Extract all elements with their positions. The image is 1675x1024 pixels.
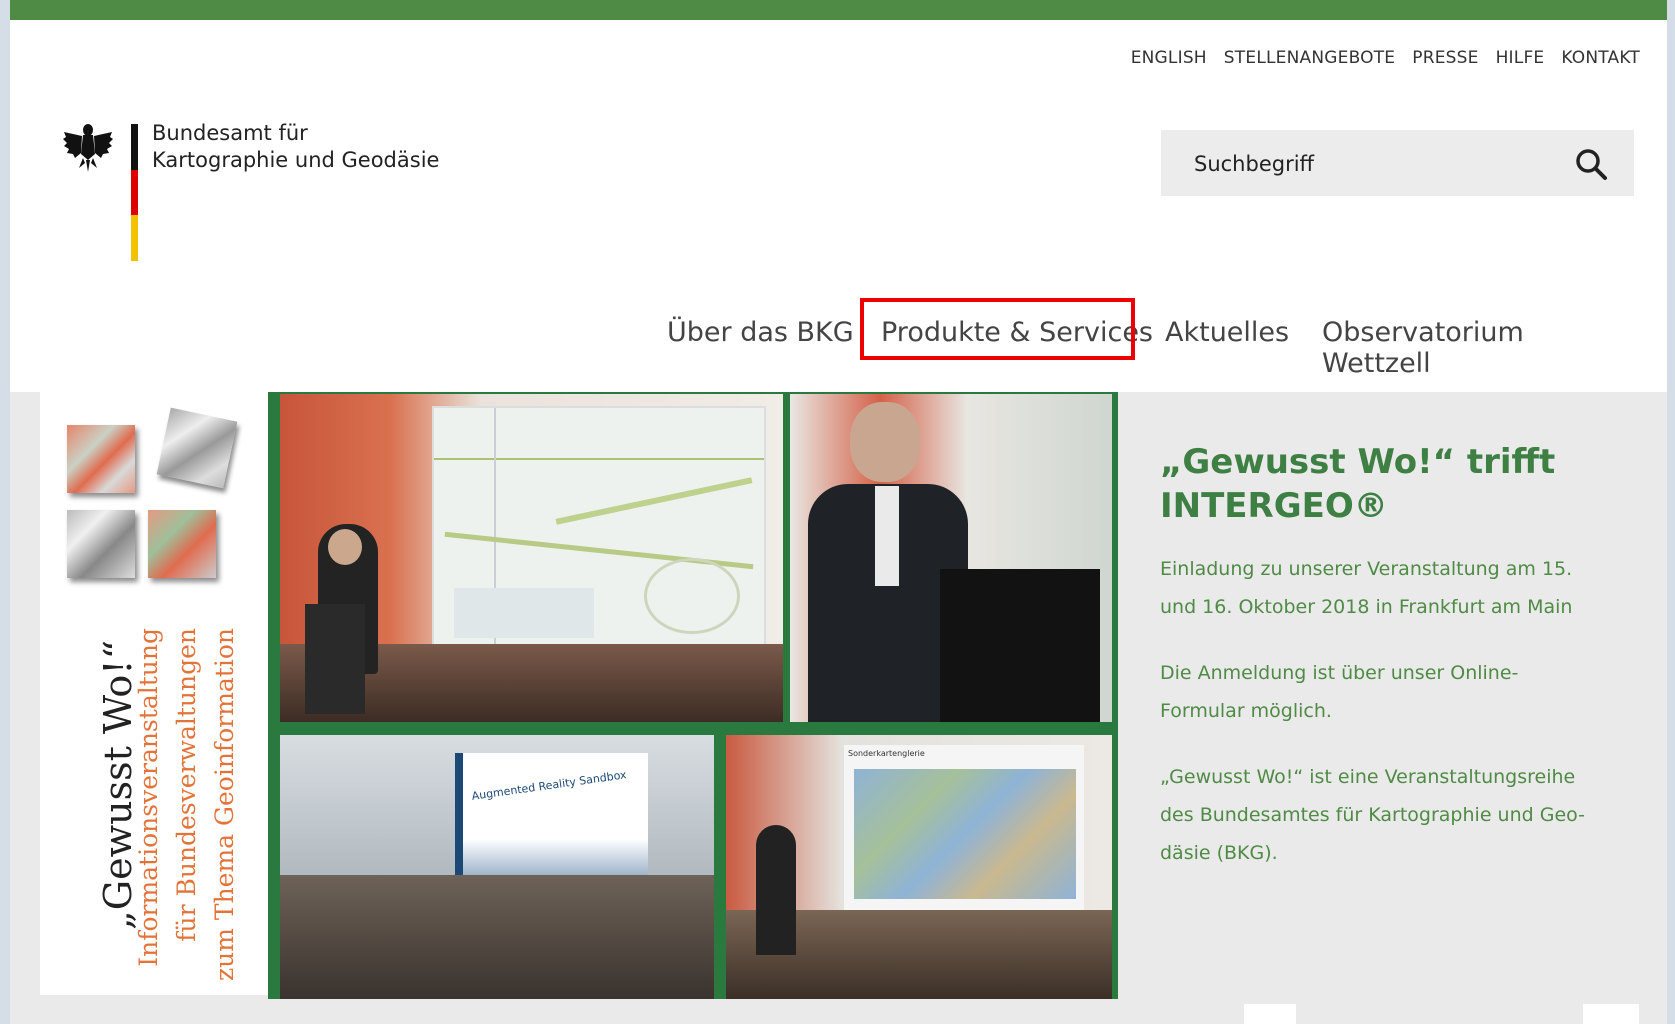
highlight-box	[860, 298, 1135, 360]
news-paragraph-registration: Die Anmeldung ist über unser Online- For…	[1160, 662, 1519, 722]
speaker-face-image	[850, 402, 920, 482]
main-navigation: Über das BKG Produkte & Services Aktuell…	[640, 317, 1640, 379]
event-photo-collage[interactable]: Augmented Reality Sandbox Sonderkartengl…	[268, 392, 1118, 999]
nav-item-observatory[interactable]: Observatorium Wettzell	[1322, 317, 1640, 379]
news-title-line-1: „Gewusst Wo!“ trifft	[1160, 442, 1556, 482]
gewusst-wo-teaser[interactable]: „Gewusst Wo!“ Informationsveranstaltung …	[40, 392, 268, 995]
news-title[interactable]: „Gewusst Wo!“ trifft INTERGEO®	[1160, 440, 1620, 528]
bkg-logo[interactable]: Bundesamt für Kartographie und Geodäsie	[62, 118, 462, 263]
carousel-next-button[interactable]	[1583, 1004, 1639, 1024]
service-link-jobs[interactable]: STELLENANGEBOTE	[1224, 48, 1395, 68]
sandbox-sign-text: Augmented Reality Sandbox	[470, 768, 628, 803]
teaser-subtitle-line-2: für Bundesverwaltungen	[172, 628, 201, 942]
photo-presenter-map	[280, 394, 783, 722]
search-box	[1161, 130, 1634, 198]
teaser-subtitle-line-1: Informationsveranstaltung	[134, 628, 163, 967]
service-link-press[interactable]: PRESSE	[1412, 48, 1478, 68]
map-tile-image	[148, 510, 216, 578]
crowd-image	[280, 875, 714, 999]
search-input[interactable]	[1161, 130, 1586, 198]
federal-eagle-icon	[63, 124, 113, 172]
german-flag-bar	[131, 124, 138, 261]
top-green-stripe	[10, 0, 1667, 20]
logo-line-2: Kartographie und Geodäsie	[152, 148, 440, 172]
news-title-line-2: INTERGEO®	[1160, 486, 1388, 526]
photo-world-map: Sonderkartenglerie	[726, 735, 1112, 999]
nav-item-news[interactable]: Aktuelles	[1165, 317, 1289, 348]
news-paragraph-series: „Gewusst Wo!“ ist eine Veranstaltungsrei…	[1160, 766, 1585, 864]
service-navigation: ENGLISH STELLENANGEBOTE PRESSE HILFE KON…	[1131, 48, 1640, 68]
news-teaser[interactable]: „Gewusst Wo!“ trifft INTERGEO® Einladung…	[1160, 440, 1620, 872]
nav-item-about[interactable]: Über das BKG	[667, 317, 854, 348]
service-link-contact[interactable]: KONTAKT	[1561, 48, 1640, 68]
logo-text: Bundesamt für Kartographie und Geodäsie	[152, 120, 439, 174]
search-icon[interactable]	[1574, 147, 1608, 181]
map-tile-image	[67, 425, 135, 493]
lectern-image	[940, 569, 1100, 722]
news-paragraph-invitation: Einladung zu unserer Veranstaltung am 15…	[1160, 558, 1573, 618]
presenter-figure-image	[756, 825, 796, 955]
window-frame-right	[1667, 0, 1675, 1024]
service-link-english[interactable]: ENGLISH	[1131, 48, 1207, 68]
screen-title-text: Sonderkartenglerie	[848, 749, 925, 758]
carousel-pager-button[interactable]	[1244, 1004, 1296, 1024]
service-link-help[interactable]: HILFE	[1496, 48, 1545, 68]
projection-screen-image: Sonderkartenglerie	[844, 745, 1084, 915]
photo-speaker-lectern	[790, 394, 1112, 722]
map-tile-image	[156, 407, 238, 489]
photo-sandbox: Augmented Reality Sandbox	[280, 735, 714, 999]
teaser-subtitle-line-3: zum Thema Geoinformation	[210, 628, 239, 982]
projected-map-image	[432, 406, 766, 660]
window-frame-left	[0, 0, 10, 1024]
logo-line-1: Bundesamt für	[152, 121, 308, 145]
map-tile-image	[67, 510, 135, 578]
